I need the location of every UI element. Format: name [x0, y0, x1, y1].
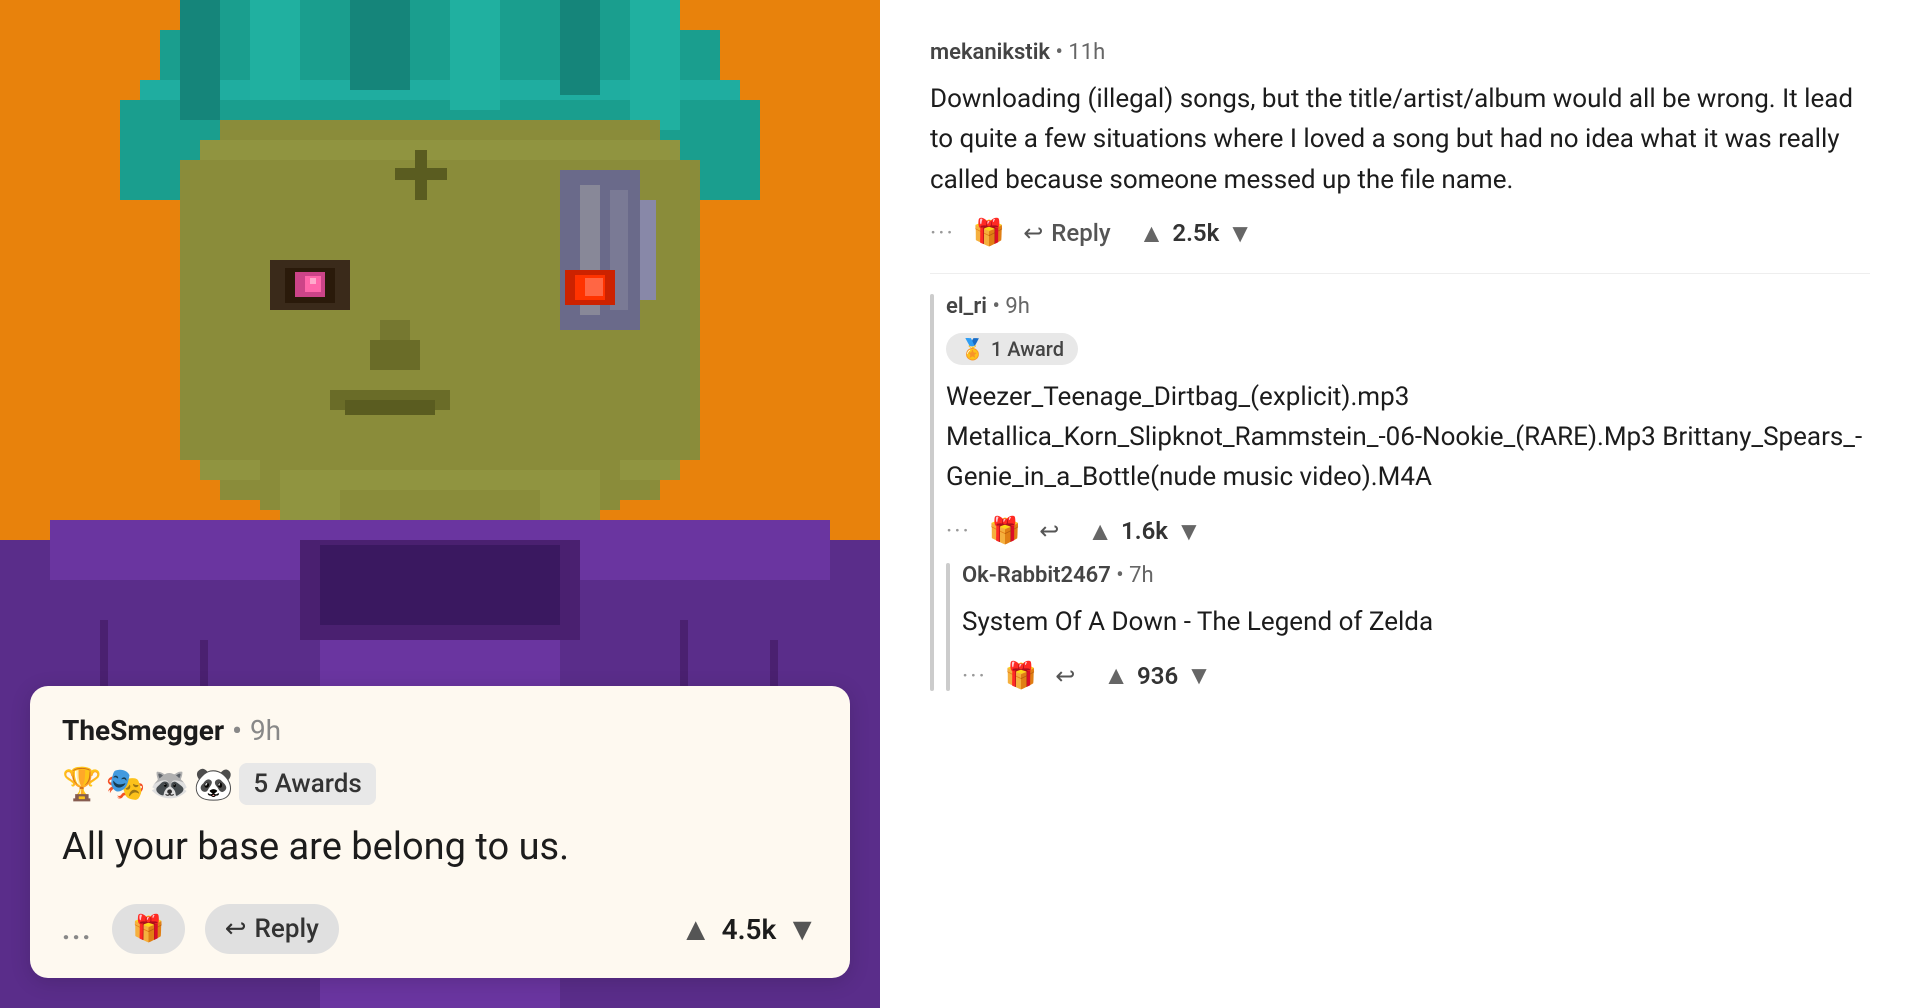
double-nested-reply-icon: ↩	[1055, 662, 1075, 690]
double-nested-comment: Ok-Rabbit2467 • 7h System Of A Down - Th…	[946, 563, 1870, 691]
nested-time: 9h	[1005, 294, 1029, 319]
top-comment-body: Downloading (illegal) songs, but the tit…	[930, 79, 1870, 200]
award-icon-4: 🐼	[194, 765, 234, 803]
nested-award-icon: 🏅	[960, 337, 985, 361]
comment-time: 9h	[250, 714, 281, 747]
double-nested-upvote[interactable]: ▲	[1103, 660, 1129, 691]
double-nested-actions: ··· 🎁 ↩ ▲ 936 ▼	[962, 660, 1870, 691]
nested-comment: el_ri • 9h 🏅 1 Award Weezer_Teenage_Dirt…	[930, 294, 1870, 691]
nested-vote-area: ▲ 1.6k ▼	[1087, 516, 1201, 547]
reply-label: Reply	[255, 914, 319, 944]
nested-award-label: 1 Award	[991, 337, 1064, 361]
top-downvote[interactable]: ▼	[1227, 218, 1253, 249]
double-nested-time: 7h	[1129, 563, 1153, 588]
top-reply-label: Reply	[1051, 219, 1110, 247]
double-nested-vote-area: ▲ 936 ▼	[1103, 660, 1212, 691]
double-nested-body: System Of A Down - The Legend of Zelda	[962, 602, 1870, 642]
nested-comment-actions: ··· 🎁 ↩ ▲ 1.6k ▼	[946, 516, 1870, 547]
reply-button[interactable]: ↩ Reply	[205, 904, 339, 954]
award-icons: 🏆 🎭 🦝 🐼	[62, 765, 233, 803]
top-vote-count: 2.5k	[1172, 219, 1219, 247]
nested-content: el_ri • 9h 🏅 1 Award Weezer_Teenage_Dirt…	[946, 294, 1870, 691]
right-panel: mekanikstik • 11h Downloading (illegal) …	[880, 0, 1920, 1008]
top-comment-actions: ··· 🎁 ↩ Reply ▲ 2.5k ▼	[930, 218, 1870, 249]
award-icon-1: 🏆	[62, 765, 102, 803]
nested-comment-meta: el_ri • 9h	[946, 294, 1870, 319]
double-nested-downvote[interactable]: ▼	[1186, 660, 1212, 691]
awards-row: 🏆 🎭 🦝 🐼 5 Awards	[62, 763, 818, 805]
upvote-button[interactable]: ▲	[680, 910, 712, 948]
nested-comment-body: Weezer_Teenage_Dirtbag_(explicit).mp3 Me…	[946, 377, 1870, 498]
top-comment-meta: mekanikstik • 11h	[930, 40, 1870, 65]
top-comment-username: mekanikstik	[930, 40, 1050, 65]
nested-reply-button[interactable]: ↩	[1039, 517, 1059, 545]
nested-upvote[interactable]: ▲	[1087, 516, 1113, 547]
award-icon-3: 🦝	[150, 765, 190, 803]
section-divider-1	[930, 273, 1870, 274]
nested-username: el_ri	[946, 294, 987, 319]
reply-icon: ↩	[225, 914, 247, 944]
award-icon-2: 🎭	[106, 765, 146, 803]
top-upvote[interactable]: ▲	[1139, 218, 1165, 249]
left-action-bar: ... 🎁 ↩ Reply ▲ 4.5k ▼	[62, 892, 818, 954]
comment-text: All your base are belong to us.	[62, 823, 818, 872]
top-comment-time: 11h	[1068, 40, 1105, 65]
double-nested-reply-button[interactable]: ↩	[1055, 662, 1075, 690]
more-options-button[interactable]: ...	[62, 913, 92, 946]
top-reply-button[interactable]: ↩ Reply	[1023, 219, 1110, 247]
nested-reply-icon: ↩	[1039, 517, 1059, 545]
top-comment-dot: •	[1056, 40, 1063, 65]
top-reply-icon: ↩	[1023, 219, 1043, 247]
awards-count-badge: 5 Awards	[239, 763, 375, 805]
nested-dot: •	[992, 294, 999, 319]
double-nested-gift[interactable]: 🎁	[1005, 661, 1037, 691]
comment-dot: •	[232, 714, 242, 747]
top-comment: mekanikstik • 11h Downloading (illegal) …	[930, 40, 1870, 249]
double-nested-more-options[interactable]: ···	[962, 662, 987, 690]
comment-header: TheSmegger • 9h	[62, 714, 818, 747]
top-more-options[interactable]: ···	[930, 219, 955, 247]
downvote-button[interactable]: ▼	[786, 910, 818, 948]
double-nested-dot: •	[1116, 563, 1123, 588]
gift-button[interactable]: 🎁	[112, 904, 184, 954]
top-gift-button[interactable]: 🎁	[973, 218, 1005, 248]
double-nested-content: Ok-Rabbit2467 • 7h System Of A Down - Th…	[962, 563, 1870, 691]
gift-icon: 🎁	[132, 914, 164, 944]
double-nest-divider	[946, 563, 950, 691]
nested-downvote[interactable]: ▼	[1176, 516, 1202, 547]
top-vote-area: ▲ 2.5k ▼	[1139, 218, 1253, 249]
nested-more-options[interactable]: ···	[946, 517, 971, 545]
nested-gift-button[interactable]: 🎁	[989, 516, 1021, 546]
left-panel: TheSmegger • 9h 🏆 🎭 🦝 🐼 5 Awards All you…	[0, 0, 880, 1008]
nested-award-pill: 🏅 1 Award	[946, 333, 1078, 365]
vote-area: ▲ 4.5k ▼	[680, 910, 818, 948]
nest-divider-line	[930, 294, 934, 691]
double-nested-meta: Ok-Rabbit2467 • 7h	[962, 563, 1870, 588]
vote-count: 4.5k	[722, 913, 777, 946]
nested-vote-count: 1.6k	[1121, 517, 1168, 545]
left-comment-card: TheSmegger • 9h 🏆 🎭 🦝 🐼 5 Awards All you…	[30, 686, 850, 978]
double-nested-username: Ok-Rabbit2467	[962, 563, 1111, 588]
comment-username: TheSmegger	[62, 714, 224, 747]
double-nested-vote-count: 936	[1137, 662, 1178, 690]
